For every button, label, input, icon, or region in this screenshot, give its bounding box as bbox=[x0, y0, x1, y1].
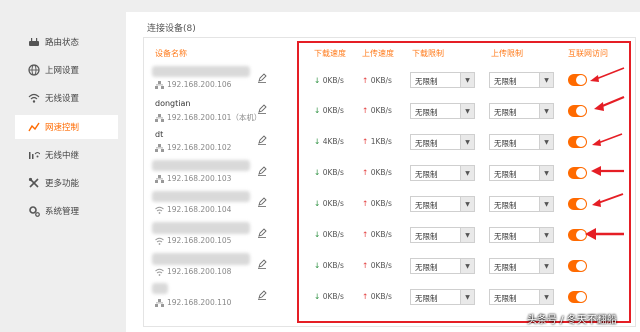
sidebar-item-label: 路由状态 bbox=[45, 38, 80, 48]
sidebar-item-wireless-relay[interactable]: 无线中继 bbox=[28, 145, 79, 165]
annotation-arrow-icon bbox=[591, 166, 624, 176]
edit-name-icon[interactable] bbox=[257, 285, 267, 300]
device-name: dongtian bbox=[155, 99, 191, 108]
edit-name-icon[interactable] bbox=[257, 99, 267, 114]
wired-icon bbox=[155, 143, 164, 152]
annotation-arrow-icon bbox=[585, 228, 624, 240]
wifi-small-icon bbox=[155, 237, 164, 245]
sidebar-item-label: 更多功能 bbox=[45, 179, 80, 189]
sidebar-item-wireless-settings[interactable]: 无线设置 bbox=[28, 88, 79, 108]
edit-name-icon[interactable] bbox=[257, 68, 267, 83]
device-ip: 192.168.200.102 bbox=[155, 143, 231, 152]
annotation-highlight-box bbox=[297, 41, 631, 323]
column-header-device: 设备名称 bbox=[155, 49, 187, 58]
sidebar-item-label: 上网设置 bbox=[45, 66, 80, 76]
page-title: 连接设备(8) bbox=[147, 24, 196, 34]
sidebar-item-label: 网速控制 bbox=[45, 123, 80, 133]
wifi-small-icon bbox=[155, 206, 164, 214]
device-ip: 192.168.200.105 bbox=[155, 236, 231, 245]
globe-icon bbox=[28, 64, 40, 76]
device-ip: 192.168.200.103 bbox=[155, 174, 231, 183]
edit-name-icon[interactable] bbox=[257, 223, 267, 238]
wired-icon bbox=[155, 174, 164, 183]
redacted-device-name bbox=[152, 191, 250, 202]
device-ip: 192.168.200.108 bbox=[155, 267, 231, 276]
wired-icon bbox=[155, 113, 164, 122]
redacted-device-name bbox=[152, 222, 250, 234]
watermark: 头条号 / 冬天不翻船 bbox=[527, 315, 617, 326]
sidebar-item-router-status[interactable]: 路由状态 bbox=[28, 32, 79, 52]
redacted-device-name bbox=[152, 66, 250, 77]
wired-icon bbox=[155, 80, 164, 89]
gear-icon bbox=[28, 205, 40, 217]
annotation-arrow-icon bbox=[590, 67, 625, 82]
relay-icon bbox=[28, 149, 40, 161]
tools-icon bbox=[28, 177, 40, 189]
sidebar-item-system-management[interactable]: 系统管理 bbox=[28, 201, 79, 221]
wifi-small-icon bbox=[155, 268, 164, 276]
edit-name-icon[interactable] bbox=[257, 130, 267, 145]
wired-icon bbox=[155, 298, 164, 307]
wifi-icon bbox=[28, 92, 40, 104]
sidebar-item-label: 系统管理 bbox=[45, 207, 80, 217]
sidebar-item-label: 无线中继 bbox=[45, 151, 80, 161]
device-ip: 192.168.200.106 bbox=[155, 80, 231, 89]
sidebar: 路由状态 上网设置 无线设置 网速控制 无线中继 更多功能 系统管理 bbox=[0, 0, 118, 332]
edit-name-icon[interactable] bbox=[257, 192, 267, 207]
redacted-device-name bbox=[152, 283, 168, 294]
edit-name-icon[interactable] bbox=[257, 161, 267, 176]
sidebar-item-more-features[interactable]: 更多功能 bbox=[28, 173, 79, 193]
device-ip: 192.168.200.110 bbox=[155, 298, 231, 307]
router-icon bbox=[28, 36, 40, 48]
redacted-device-name bbox=[152, 253, 250, 265]
redacted-device-name bbox=[152, 160, 250, 171]
sidebar-item-speed-control[interactable]: 网速控制 bbox=[28, 117, 79, 137]
edit-name-icon[interactable] bbox=[257, 254, 267, 269]
device-name: dt bbox=[155, 130, 164, 139]
annotation-arrow-icon bbox=[592, 193, 624, 207]
sidebar-item-label: 无线设置 bbox=[45, 94, 80, 104]
device-ip: 192.168.200.104 bbox=[155, 205, 231, 214]
speed-chart-icon bbox=[28, 121, 40, 133]
annotation-arrow-icon bbox=[594, 95, 625, 111]
device-ip: 192.168.200.101（本机） bbox=[155, 112, 261, 123]
sidebar-item-internet-settings[interactable]: 上网设置 bbox=[28, 60, 79, 80]
annotation-arrow-icon bbox=[592, 133, 623, 146]
